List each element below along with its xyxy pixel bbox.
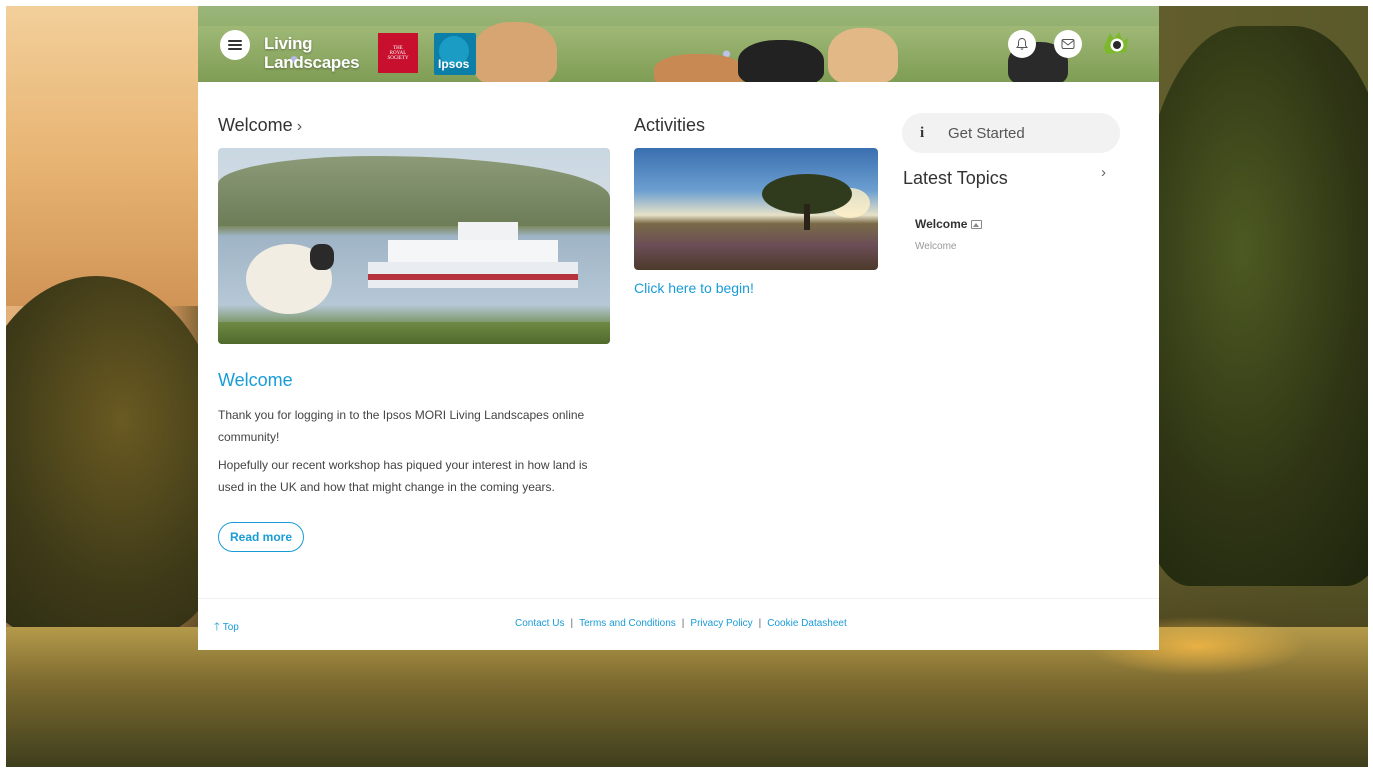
bell-icon bbox=[1016, 37, 1028, 50]
royal-society-logo: THE ROYAL SOCIETY bbox=[378, 33, 418, 73]
banner-cow bbox=[828, 28, 898, 82]
footer-separator: | bbox=[758, 618, 762, 629]
banner-cow bbox=[654, 54, 744, 82]
welcome-paragraph-2: Hopefully our recent workshop has piqued… bbox=[218, 458, 588, 494]
welcome-heading[interactable]: Welcome › bbox=[218, 115, 302, 136]
footer-separator: | bbox=[570, 618, 574, 629]
info-icon: i bbox=[920, 124, 925, 141]
footer-divider bbox=[198, 598, 1159, 599]
menu-button[interactable] bbox=[220, 30, 250, 60]
chevron-right-icon[interactable]: › bbox=[1101, 164, 1106, 181]
latest-topics-heading: Latest Topics bbox=[903, 168, 1008, 188]
banner-cow bbox=[473, 22, 557, 82]
background-sky bbox=[6, 6, 206, 306]
user-avatar[interactable] bbox=[1100, 28, 1132, 60]
get-started-label: Get Started bbox=[948, 124, 1025, 142]
avatar-icon bbox=[1104, 32, 1128, 54]
top-label: Top bbox=[222, 622, 239, 633]
ipsos-logo: Ipsos bbox=[434, 33, 476, 75]
background-tree-right bbox=[1138, 26, 1368, 586]
banner-cow bbox=[738, 40, 824, 82]
welcome-body: Thank you for logging in to the Ipsos MO… bbox=[218, 404, 614, 514]
royal-society-text: SOCIETY bbox=[387, 55, 409, 61]
site-logo[interactable]: Living Landscapes bbox=[264, 34, 360, 72]
logo-line-1: Living bbox=[264, 34, 313, 53]
image-icon bbox=[971, 219, 983, 229]
ipsos-logo-text: Ipsos bbox=[438, 57, 470, 71]
topic-title-text: Welcome bbox=[915, 217, 968, 231]
header-banner: Living Landscapes THE ROYAL SOCIETY Ipso… bbox=[198, 6, 1159, 82]
logo-line-2: Landscapes bbox=[264, 53, 360, 72]
activities-heading: Activities bbox=[634, 115, 706, 135]
back-to-top-link[interactable]: 🡑 Top bbox=[214, 618, 239, 637]
welcome-fade-out bbox=[218, 504, 614, 514]
background-tree-left bbox=[6, 276, 226, 636]
activities-image[interactable] bbox=[634, 148, 878, 270]
read-more-button[interactable]: Read more bbox=[218, 522, 304, 552]
notifications-button[interactable] bbox=[1008, 30, 1036, 58]
welcome-title-link[interactable]: Welcome bbox=[218, 370, 293, 391]
contact-us-link[interactable]: Contact Us bbox=[515, 618, 564, 629]
image-ship bbox=[368, 220, 578, 288]
footer-separator: | bbox=[681, 618, 685, 629]
welcome-heading-text: Welcome bbox=[218, 115, 293, 135]
envelope-icon bbox=[1061, 39, 1075, 49]
topic-item-title[interactable]: Welcome bbox=[915, 217, 983, 231]
hamburger-icon bbox=[228, 40, 242, 50]
image-grass bbox=[218, 322, 610, 344]
get-started-button[interactable]: i Get Started bbox=[902, 113, 1120, 153]
image-tree-trunk bbox=[804, 204, 810, 230]
messages-button[interactable] bbox=[1054, 30, 1082, 58]
terms-link[interactable]: Terms and Conditions bbox=[579, 618, 676, 629]
image-sheep-head bbox=[310, 244, 334, 270]
footer-links: Contact Us | Terms and Conditions | Privacy … bbox=[515, 618, 847, 629]
image-hill bbox=[218, 156, 610, 226]
topic-item-subtitle: Welcome bbox=[915, 241, 957, 252]
cookie-datasheet-link[interactable]: Cookie Datasheet bbox=[767, 618, 847, 629]
welcome-image bbox=[218, 148, 610, 344]
chevron-right-icon: › bbox=[296, 118, 303, 135]
privacy-policy-link[interactable]: Privacy Policy bbox=[690, 618, 752, 629]
welcome-paragraph-1: Thank you for logging in to the Ipsos MO… bbox=[218, 408, 585, 444]
begin-activities-link[interactable]: Click here to begin! bbox=[634, 280, 754, 296]
arrow-up-icon: 🡑 bbox=[214, 621, 220, 633]
main-panel: Living Landscapes THE ROYAL SOCIETY Ipso… bbox=[198, 6, 1159, 650]
